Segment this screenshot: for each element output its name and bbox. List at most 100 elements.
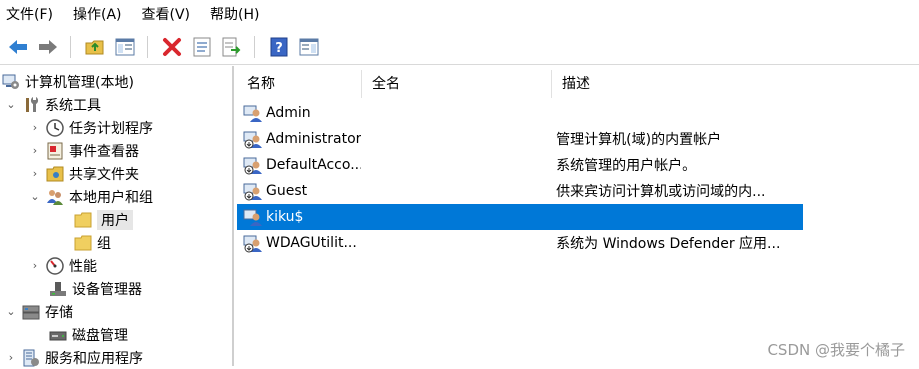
tree-label: 共享文件夹 xyxy=(69,166,139,183)
tree-item-performance[interactable]: › 性能 xyxy=(28,254,97,277)
users-group-icon xyxy=(47,189,63,205)
show-hide-tree-button[interactable] xyxy=(113,35,137,59)
back-icon xyxy=(9,40,27,54)
user-name: Guest xyxy=(266,183,308,199)
chevron-right-icon[interactable]: › xyxy=(28,121,42,134)
user-name: Admin xyxy=(266,105,311,121)
chevron-right-icon[interactable]: › xyxy=(28,167,42,180)
help-button[interactable]: ? xyxy=(267,35,291,59)
menu-file[interactable]: 文件(F) xyxy=(0,0,63,30)
svg-text:?: ? xyxy=(275,41,283,56)
tree-label-selected: 用户 xyxy=(97,209,133,230)
tree-item-users[interactable]: 用户 xyxy=(70,208,133,231)
user-list: 名称 全名 描述 Admin Administrator 管理计算机(域)的内置… xyxy=(237,66,919,366)
tree-label: 存储 xyxy=(45,304,73,321)
list-header: 名称 全名 描述 xyxy=(237,70,807,98)
tree-label: 任务计划程序 xyxy=(69,120,153,137)
view-pane-button[interactable] xyxy=(297,35,321,59)
column-header-name[interactable]: 名称 xyxy=(237,70,362,98)
chevron-right-icon[interactable]: › xyxy=(28,144,42,157)
tree-label: 服务和应用程序 xyxy=(45,350,143,367)
device-manager-icon xyxy=(50,281,66,296)
table-row[interactable]: WDAGUtilit... 系统为 Windows Defender 应用... xyxy=(237,230,803,256)
user-description: 供来宾访问计算机或访问域的内... xyxy=(556,184,766,200)
tree-item-system-tools[interactable]: ⌄ 系统工具 xyxy=(4,93,101,116)
computer-management-icon xyxy=(2,74,19,89)
disabled-user-icon xyxy=(243,157,262,175)
toolbar: ? xyxy=(0,30,919,65)
disabled-user-icon xyxy=(243,183,262,201)
chevron-right-icon[interactable]: › xyxy=(28,259,42,272)
toolbar-separator xyxy=(70,36,71,58)
show-hide-tree-icon xyxy=(115,38,135,56)
storage-icon xyxy=(22,305,40,319)
table-row[interactable]: Admin xyxy=(237,100,803,126)
menu-bar: 文件(F) 操作(A) 查看(V) 帮助(H) xyxy=(0,0,919,30)
tree-label: 事件查看器 xyxy=(69,143,139,160)
tree-item-shared-folders[interactable]: › 共享文件夹 xyxy=(28,162,139,185)
table-row[interactable]: Guest 供来宾访问计算机或访问域的内... xyxy=(237,178,803,204)
back-button[interactable] xyxy=(6,35,30,59)
menu-action[interactable]: 操作(A) xyxy=(63,0,132,30)
folder-icon xyxy=(74,212,92,227)
up-folder-button[interactable] xyxy=(83,35,107,59)
folder-icon xyxy=(74,235,92,250)
chevron-down-icon[interactable]: ⌄ xyxy=(28,190,42,203)
tree-item-task-scheduler[interactable]: › 任务计划程序 xyxy=(28,116,153,139)
help-icon: ? xyxy=(270,37,288,57)
tree-item-device-manager[interactable]: 设备管理器 xyxy=(45,277,142,300)
export-list-button[interactable] xyxy=(220,35,244,59)
watermark: CSDN @我要个橘子 xyxy=(767,341,905,359)
up-folder-icon xyxy=(85,40,104,55)
properties-icon xyxy=(193,37,211,57)
user-description: 系统为 Windows Defender 应用... xyxy=(556,236,781,252)
table-row[interactable]: Administrator 管理计算机(域)的内置帐户 xyxy=(237,126,803,152)
table-row-selected[interactable]: kiku$ xyxy=(237,204,803,230)
tree-label: 组 xyxy=(97,235,111,252)
tree-item-computer-management[interactable]: 计算机管理(本地) xyxy=(0,70,134,93)
user-description: 管理计算机(域)的内置帐户 xyxy=(556,132,722,148)
column-header-description[interactable]: 描述 xyxy=(552,70,803,98)
disabled-user-icon xyxy=(243,131,262,149)
shared-folder-icon xyxy=(46,166,64,181)
tree-item-local-users-groups[interactable]: ⌄ 本地用户和组 xyxy=(28,185,153,208)
menu-help[interactable]: 帮助(H) xyxy=(200,0,269,30)
tree-item-groups[interactable]: 组 xyxy=(70,231,111,254)
user-name: DefaultAcco... xyxy=(266,157,361,173)
toolbar-separator xyxy=(254,36,255,58)
user-icon xyxy=(243,209,262,226)
chevron-down-icon[interactable]: ⌄ xyxy=(4,98,18,111)
tree-item-storage[interactable]: ⌄ 存储 xyxy=(4,300,73,323)
user-description: 系统管理的用户帐户。 xyxy=(556,158,697,174)
export-list-icon xyxy=(222,37,241,57)
chevron-down-icon[interactable]: ⌄ xyxy=(4,305,18,318)
tree-item-event-viewer[interactable]: › 事件查看器 xyxy=(28,139,139,162)
forward-button[interactable] xyxy=(36,35,60,59)
view-pane-icon xyxy=(299,38,319,56)
delete-button[interactable] xyxy=(160,35,184,59)
event-viewer-icon xyxy=(47,142,63,159)
column-header-fullname[interactable]: 全名 xyxy=(362,70,552,98)
disabled-user-icon xyxy=(243,235,262,253)
tree-label: 磁盘管理 xyxy=(72,327,128,344)
user-name: Administrator xyxy=(266,131,361,147)
table-row[interactable]: DefaultAcco... 系统管理的用户帐户。 xyxy=(237,152,803,178)
disk-management-icon xyxy=(49,331,67,340)
console-tree: 计算机管理(本地) ⌄ 系统工具 › 任务计划程序 › 事件查看器 › 共享文件… xyxy=(0,66,234,367)
menu-view[interactable]: 查看(V) xyxy=(132,0,201,30)
tree-label: 性能 xyxy=(69,258,97,275)
chevron-right-icon[interactable]: › xyxy=(4,351,18,364)
system-tools-icon xyxy=(26,96,39,112)
forward-icon xyxy=(39,40,57,54)
user-name: WDAGUtilit... xyxy=(266,235,357,251)
user-icon xyxy=(243,105,262,122)
tree-item-disk-management[interactable]: 磁盘管理 xyxy=(45,323,128,346)
properties-button[interactable] xyxy=(190,35,214,59)
performance-icon xyxy=(46,256,64,275)
tree-label: 设备管理器 xyxy=(72,281,142,298)
tree-label: 计算机管理(本地) xyxy=(25,74,134,91)
clock-icon xyxy=(46,118,64,137)
user-name: kiku$ xyxy=(266,209,304,225)
services-icon xyxy=(23,349,39,366)
tree-label: 系统工具 xyxy=(45,97,101,114)
